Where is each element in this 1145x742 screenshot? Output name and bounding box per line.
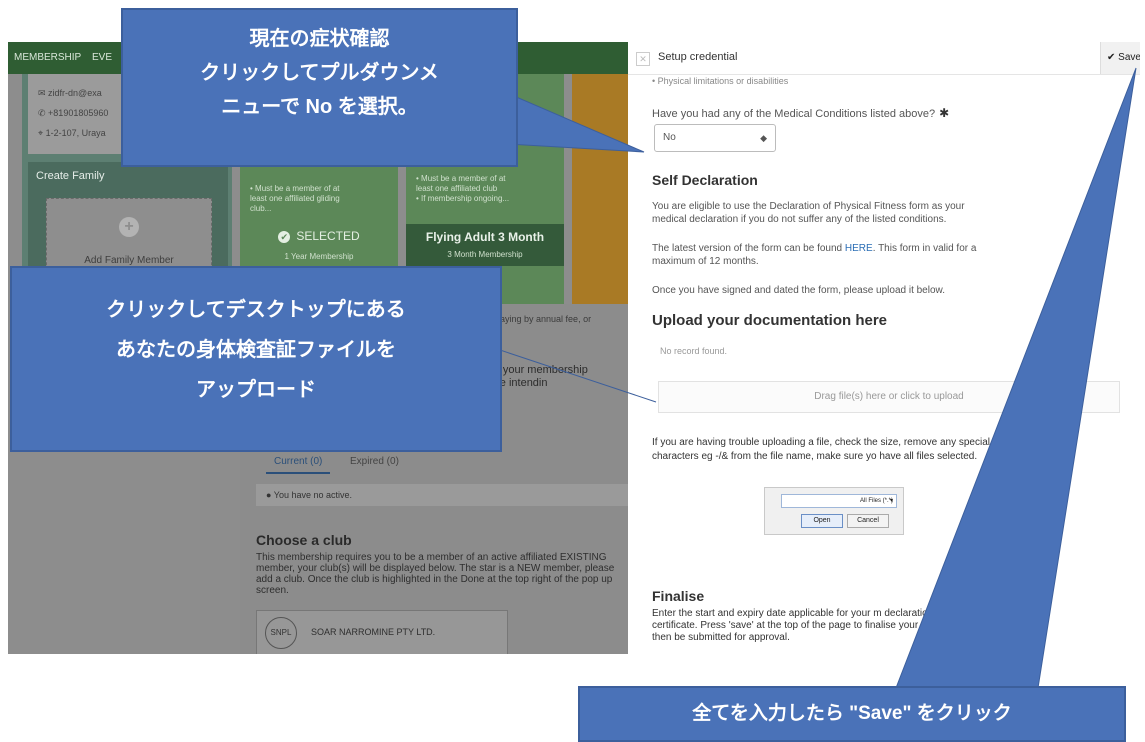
callout2-line3: アップロード <box>196 379 316 401</box>
callout-upload-file: クリックしてデスクトップにある あなたの身体検査証ファイルを アップロード <box>10 266 502 452</box>
callout-click-save: 全てを入力したら "Save" をクリック <box>578 686 1126 742</box>
callout2-line2: あなたの身体検査証ファイルを <box>116 339 396 361</box>
callout1-line1: 現在の症状確認 <box>249 28 390 50</box>
callout-select-no: 現在の症状確認 クリックしてプルダウンメ ニューで No を選択。 <box>121 8 518 167</box>
callout1-line3: ニューで No を選択。 <box>221 96 418 118</box>
callout-pointer-save <box>895 67 1137 689</box>
callout1-line2: クリックしてプルダウンメ <box>200 62 439 84</box>
callout2-line1: クリックしてデスクトップにある <box>106 299 406 321</box>
